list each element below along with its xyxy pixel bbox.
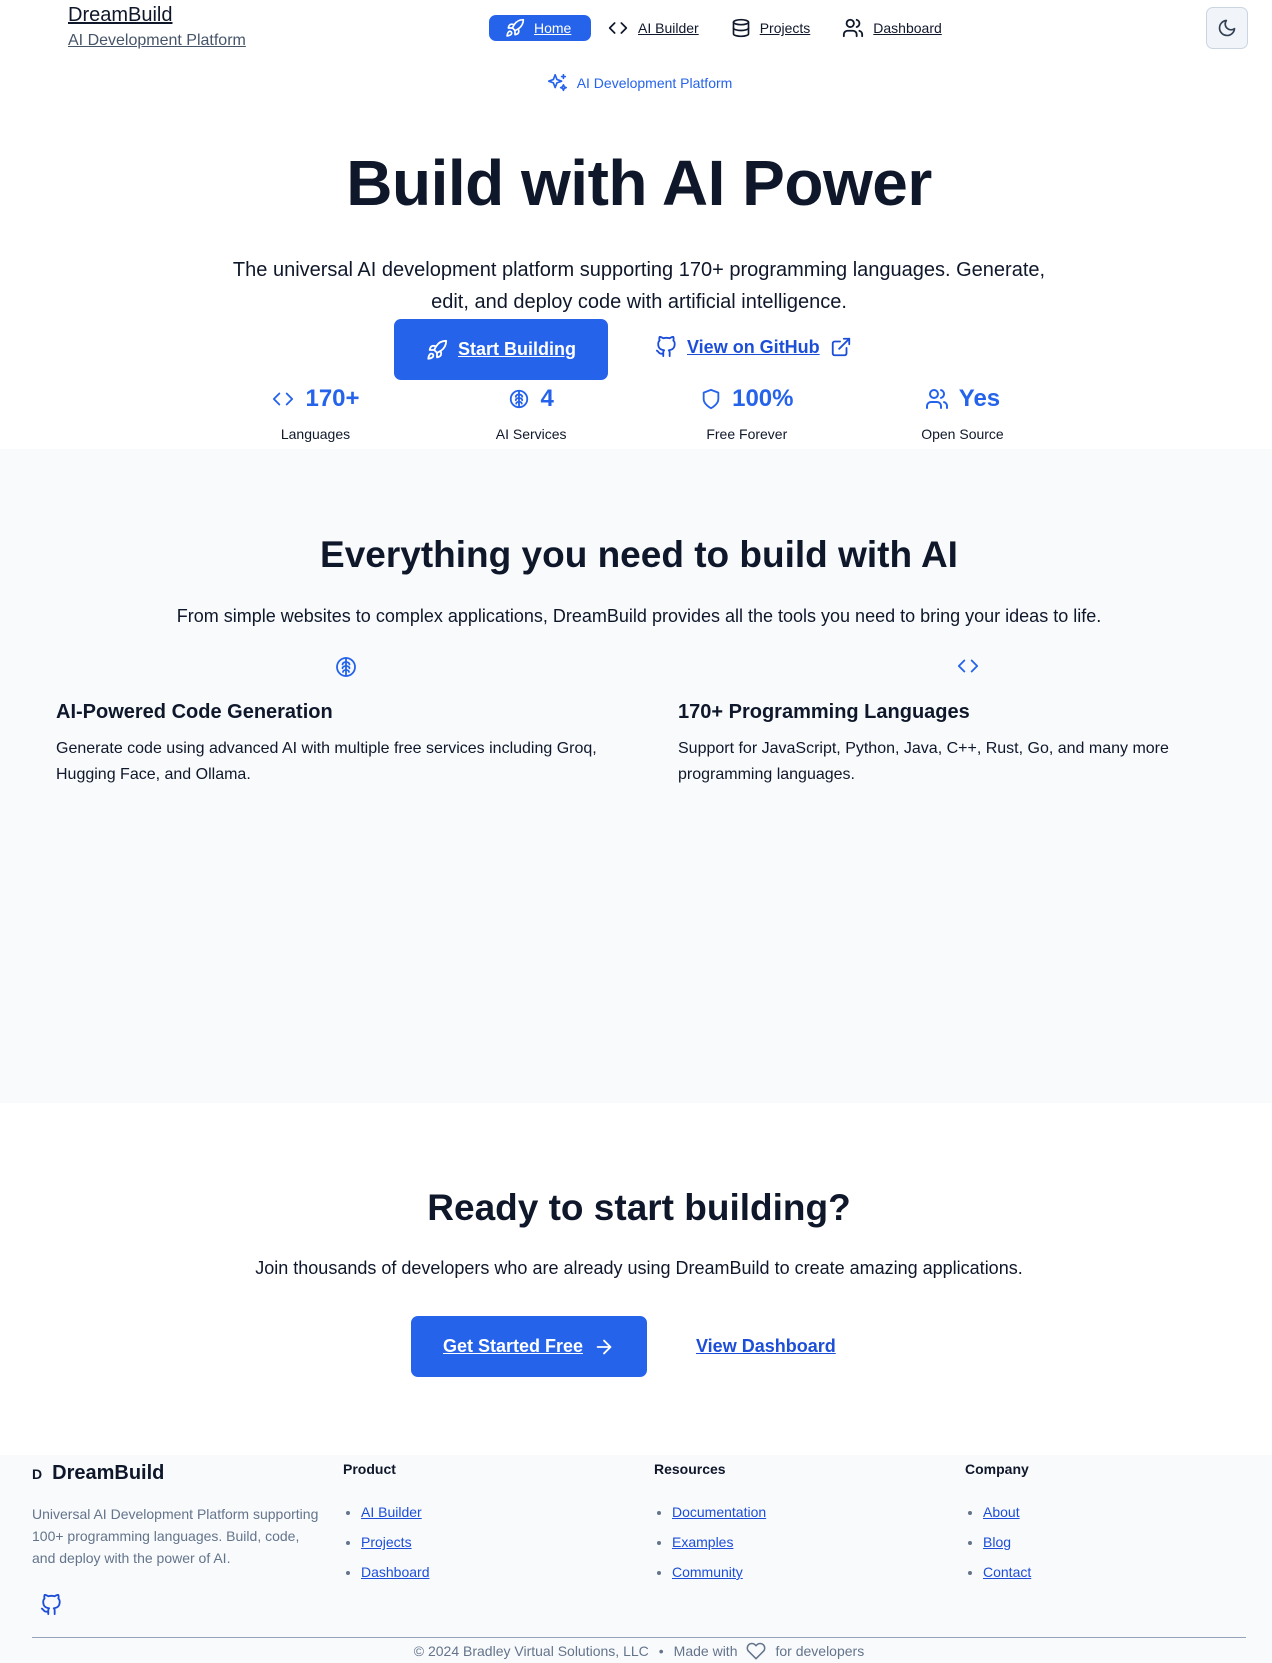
footer-description: Universal AI Development Platform suppor… [32, 1506, 319, 1566]
footer-col-title: Product [343, 1461, 396, 1477]
arrow-right-icon [593, 1336, 615, 1358]
brand-name[interactable]: DreamBuild [68, 4, 246, 26]
nav-ai-builder[interactable]: AI Builder [607, 15, 715, 41]
hero-title: Build with AI Power [346, 147, 932, 219]
footer-col-company: Company About Blog Contact [965, 1461, 1031, 1587]
stat-open-source: Yes Open Source [855, 384, 1070, 442]
nav-ai-builder-label: AI Builder [638, 20, 699, 36]
hero-stats: 170+ Languages 4 AI Services 100% Free F… [208, 384, 1070, 442]
main-nav: Home AI Builder Projects Dashboard [489, 15, 974, 41]
footer-link-dashboard[interactable]: Dashboard [361, 1564, 430, 1580]
nav-dashboard-label: Dashboard [873, 20, 942, 36]
footer-brand-name: DreamBuild [52, 1462, 165, 1484]
github-icon [40, 1594, 62, 1616]
brand-subtitle[interactable]: AI Development Platform [68, 32, 246, 50]
footer-col-title: Resources [654, 1461, 726, 1477]
nav-home-label: Home [534, 20, 572, 36]
nav-dashboard[interactable]: Dashboard [842, 15, 958, 41]
stat-value: 4 [540, 385, 554, 412]
site-footer: D DreamBuild Universal AI Development Pl… [0, 1455, 1272, 1663]
footer-logo: D [32, 1465, 43, 1482]
footer-link-projects[interactable]: Projects [361, 1534, 412, 1550]
start-building-button[interactable]: Start Building [394, 319, 608, 380]
code-icon [956, 655, 980, 681]
nav-home[interactable]: Home [489, 15, 591, 41]
brain-icon [508, 388, 530, 410]
rocket-icon [426, 339, 448, 361]
hero-subtitle: The universal AI development platform su… [232, 259, 1046, 313]
view-dashboard-link[interactable]: View Dashboard [696, 1336, 836, 1357]
footer-brand: D DreamBuild [32, 1462, 164, 1485]
stat-languages: 170+ Languages [208, 384, 423, 442]
view-github-link[interactable]: View on GitHub [655, 336, 852, 358]
for-developers-text: for developers [775, 1643, 865, 1659]
users-icon [842, 17, 864, 39]
footer-bottom: © 2024 Bradley Virtual Solutions, LLC • … [0, 1641, 1272, 1661]
external-link-icon [830, 336, 852, 358]
footer-link-about[interactable]: About [983, 1504, 1020, 1520]
theme-toggle-button[interactable] [1206, 7, 1248, 49]
heart-icon [745, 1641, 767, 1661]
made-with-text: Made with [673, 1643, 738, 1659]
stat-label: AI Services [495, 426, 567, 442]
footer-separator: • [658, 1643, 664, 1659]
sparkles-icon [546, 72, 568, 94]
footer-link-blog[interactable]: Blog [983, 1534, 1011, 1550]
feature-description: Support for JavaScript, Python, Java, C+… [678, 740, 1169, 783]
stat-ai-services: 4 AI Services [424, 384, 639, 442]
rocket-icon [505, 18, 525, 38]
cta-subtitle: Join thousands of developers who are alr… [255, 1258, 1023, 1278]
get-started-label: Get Started Free [442, 1336, 584, 1356]
features-subtitle: From simple websites to complex applicat… [176, 606, 1102, 626]
shield-icon [700, 388, 722, 410]
users-icon [925, 387, 949, 411]
nav-projects-label: Projects [759, 20, 811, 36]
copyright: © 2024 Bradley Virtual Solutions, LLC [413, 1643, 649, 1659]
moon-icon [1217, 18, 1237, 38]
site-header: DreamBuild AI Development Platform Home … [0, 0, 1272, 62]
code-icon [607, 18, 629, 38]
stat-label: Open Source [921, 426, 1004, 442]
footer-link-community[interactable]: Community [672, 1564, 743, 1580]
footer-col-resources: Resources Documentation Examples Communi… [654, 1461, 766, 1587]
database-icon [731, 17, 751, 39]
brain-icon [334, 655, 358, 681]
code-icon [271, 388, 295, 410]
stat-label: Free Forever [706, 426, 788, 442]
features-title: Everything you need to build with AI [320, 534, 958, 575]
feature-title: AI-Powered Code Generation [56, 701, 333, 723]
stat-value: 100% [732, 385, 794, 412]
features-section: Everything you need to build with AI Fro… [0, 449, 1272, 1103]
footer-link-examples[interactable]: Examples [672, 1534, 733, 1550]
feature-card: AI-Powered Code Generation Generate code… [56, 655, 636, 788]
footer-col-product: Product AI Builder Projects Dashboard [343, 1461, 430, 1587]
stat-label: Languages [280, 426, 351, 442]
footer-col-title: Company [965, 1461, 1029, 1477]
footer-link-ai-builder[interactable]: AI Builder [361, 1504, 422, 1520]
footer-link-documentation[interactable]: Documentation [672, 1504, 766, 1520]
footer-link-contact[interactable]: Contact [983, 1564, 1031, 1580]
hero-badge: AI Development Platform [0, 72, 1272, 94]
stat-free: 100% Free Forever [639, 384, 854, 442]
feature-card: 170+ Programming Languages Support for J… [678, 655, 1258, 788]
footer-divider [32, 1637, 1246, 1638]
start-building-label: Start Building [458, 339, 576, 359]
view-github-label: View on GitHub [687, 336, 820, 357]
stat-value: 170+ [305, 385, 360, 412]
brand[interactable]: DreamBuild AI Development Platform [68, 4, 246, 50]
feature-title: 170+ Programming Languages [678, 701, 970, 723]
nav-projects[interactable]: Projects [731, 15, 827, 41]
github-icon [655, 336, 677, 358]
footer-github-link[interactable] [40, 1594, 62, 1616]
stat-value: Yes [958, 385, 1001, 412]
get-started-button[interactable]: Get Started Free [411, 1316, 647, 1377]
feature-description: Generate code using advanced AI with mul… [56, 740, 597, 783]
cta-title: Ready to start building? [427, 1187, 851, 1228]
hero-badge-text: AI Development Platform [576, 75, 733, 91]
